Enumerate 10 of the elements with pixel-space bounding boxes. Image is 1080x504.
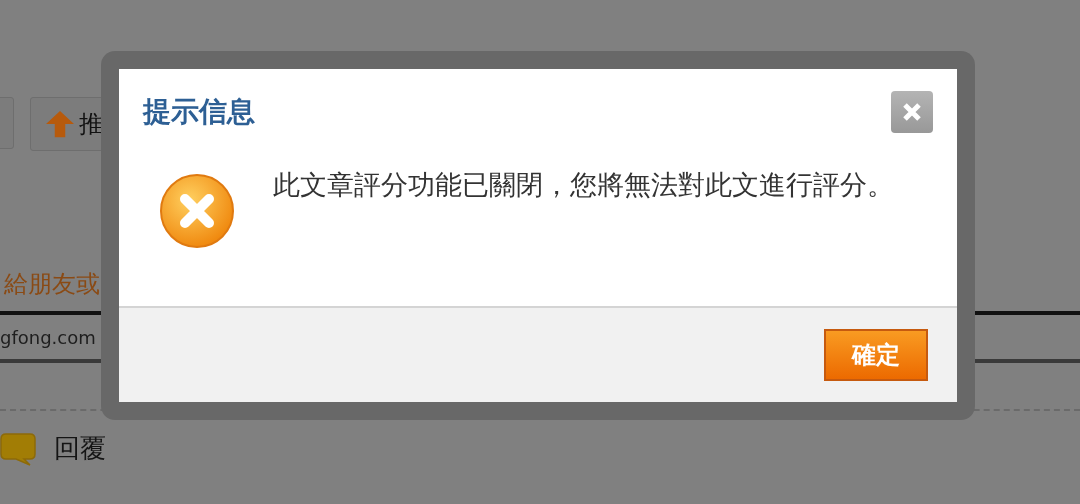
up-arrow-icon: [45, 110, 75, 138]
close-button[interactable]: [891, 91, 933, 133]
error-icon: [159, 173, 235, 249]
close-icon: [902, 102, 922, 122]
link-field[interactable]: gfong.com: [0, 326, 96, 348]
dialog-message: 此文章評分功能已關閉，您將無法對此文進行評分。: [273, 168, 895, 202]
reply-link[interactable]: 回覆: [54, 431, 106, 466]
share-hint: 給朋友或: [4, 269, 101, 299]
speech-bubble-icon: [0, 431, 36, 466]
confirm-button[interactable]: 確定: [824, 329, 928, 381]
